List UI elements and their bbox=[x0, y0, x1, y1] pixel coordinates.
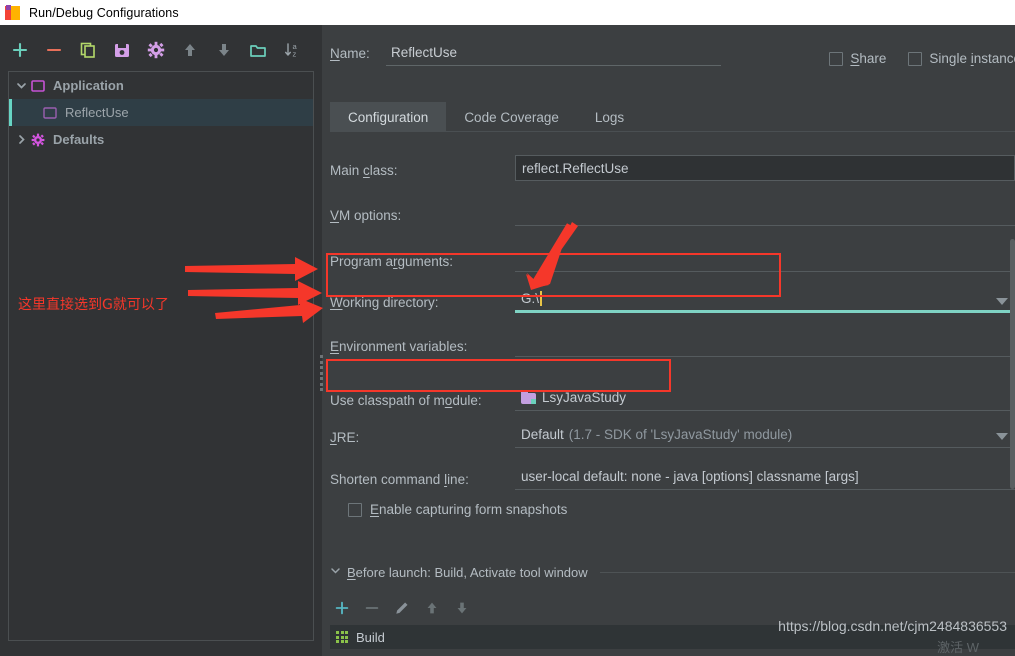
before-launch-remove-button[interactable] bbox=[364, 600, 380, 621]
window-titlebar: Run/Debug Configurations bbox=[0, 0, 1015, 25]
application-square-icon bbox=[41, 106, 59, 119]
before-launch-toolbar bbox=[334, 597, 534, 623]
shorten-command-line-label: Shorten command line: bbox=[330, 471, 469, 487]
tab-configuration[interactable]: Configuration bbox=[330, 102, 447, 132]
application-square-icon bbox=[29, 79, 47, 92]
before-launch-separator bbox=[599, 571, 1015, 573]
single-instance-checkbox-row[interactable]: Single instance bbox=[908, 51, 1015, 66]
program-arguments-label: Program arguments: bbox=[330, 253, 454, 269]
use-classpath-value: LsyJavaStudy bbox=[542, 390, 627, 405]
single-instance-label: Single instance bbox=[929, 51, 1015, 66]
working-directory-label-row: Working directory: bbox=[330, 287, 439, 317]
use-classpath-combo[interactable]: LsyJavaStudy bbox=[515, 385, 1015, 411]
use-classpath-label: Use classpath of module: bbox=[330, 392, 482, 408]
before-launch-add-button[interactable] bbox=[334, 600, 350, 621]
jre-label: JRE: bbox=[330, 429, 360, 445]
single-instance-checkbox[interactable] bbox=[908, 51, 923, 66]
run-debug-configurations-dialog: Run/Debug Configurations a z Application… bbox=[0, 0, 1015, 656]
tab-code-coverage[interactable]: Code Coverage bbox=[446, 102, 577, 132]
window-title: Run/Debug Configurations bbox=[29, 5, 179, 20]
watermark-url: https://blog.csdn.net/cjm2484836553 bbox=[778, 618, 1007, 634]
configurations-toolbar: a z bbox=[0, 33, 322, 67]
top-checkboxes: Share Single instance bbox=[829, 51, 1015, 66]
before-launch-move-up-button[interactable] bbox=[424, 600, 440, 621]
name-label: Name: bbox=[330, 45, 370, 61]
watermark-secondary: 激活 W bbox=[937, 640, 979, 655]
copy-configuration-button[interactable] bbox=[76, 38, 100, 62]
svg-text:z: z bbox=[293, 50, 297, 59]
enable-snapshots-row[interactable]: Enable capturing form snapshots bbox=[348, 502, 567, 517]
configuration-editor-panel: Name: ReflectUse Share Single instance C… bbox=[322, 25, 1015, 656]
sort-alphabetically-button[interactable]: a z bbox=[280, 38, 304, 62]
before-launch-title: Before launch: Build, Activate tool wind… bbox=[347, 564, 588, 580]
name-row: Name: ReflectUse Share Single instance bbox=[330, 37, 1015, 69]
text-caret bbox=[540, 291, 542, 306]
configuration-form: Main class: reflect.ReflectUse VM option… bbox=[330, 132, 1015, 542]
chevron-right-icon[interactable] bbox=[13, 134, 29, 145]
jre-combo[interactable]: Default (1.7 - SDK of 'LsyJavaStudy' mod… bbox=[515, 422, 1015, 448]
before-launch-move-down-button[interactable] bbox=[454, 600, 470, 621]
before-launch-chevron-down-icon[interactable] bbox=[330, 563, 341, 581]
environment-variables-label: Environment variables: bbox=[330, 338, 468, 354]
jre-dropdown-arrow[interactable] bbox=[996, 433, 1008, 440]
jre-value-detail: (1.7 - SDK of 'LsyJavaStudy' module) bbox=[568, 427, 793, 442]
configurations-panel: a z Application ReflectUse Defaults bbox=[0, 25, 322, 656]
share-checkbox-row[interactable]: Share bbox=[829, 51, 886, 66]
working-directory-value: G:\ bbox=[521, 291, 540, 306]
environment-variables-input[interactable] bbox=[515, 331, 1015, 357]
working-directory-input[interactable]: G:\ bbox=[515, 287, 1015, 313]
share-checkbox[interactable] bbox=[829, 51, 844, 66]
form-scrollbar-thumb[interactable] bbox=[1010, 239, 1015, 489]
environment-variables-label-row: Environment variables: bbox=[330, 331, 467, 361]
shorten-command-line-combo[interactable]: user-local default: none - java [options… bbox=[515, 464, 1015, 490]
panel-splitter-handle[interactable] bbox=[320, 355, 324, 391]
edit-defaults-gear-icon[interactable] bbox=[144, 38, 168, 62]
working-directory-dropdown-arrow[interactable] bbox=[996, 298, 1008, 305]
main-class-label-row: Main class: bbox=[330, 155, 398, 185]
move-down-button[interactable] bbox=[212, 38, 236, 62]
form-scrollbar[interactable] bbox=[1010, 239, 1015, 649]
enable-snapshots-label: Enable capturing form snapshots bbox=[370, 502, 568, 517]
before-launch-edit-pencil-icon[interactable] bbox=[394, 600, 410, 621]
program-arguments-label-row: Program arguments: bbox=[330, 246, 453, 276]
tree-item-reflectuse[interactable]: ReflectUse bbox=[9, 99, 313, 126]
module-icon bbox=[521, 391, 536, 404]
add-configuration-button[interactable] bbox=[8, 38, 32, 62]
main-class-label: Main class: bbox=[330, 162, 398, 178]
configurations-tree[interactable]: Application ReflectUse Defaults bbox=[8, 71, 314, 641]
use-classpath-label-row: Use classpath of module: bbox=[330, 385, 482, 415]
build-grid-icon bbox=[336, 631, 348, 643]
vm-options-input[interactable] bbox=[515, 200, 1015, 226]
tree-item-defaults-label: Defaults bbox=[53, 132, 105, 147]
tree-item-application[interactable]: Application bbox=[9, 72, 313, 99]
name-input[interactable]: ReflectUse bbox=[386, 40, 721, 66]
remove-configuration-button[interactable] bbox=[42, 38, 66, 62]
jre-value: Default bbox=[521, 427, 564, 442]
tree-item-defaults[interactable]: Defaults bbox=[9, 126, 313, 153]
share-label: Share bbox=[850, 51, 887, 66]
save-configuration-button[interactable] bbox=[110, 38, 134, 62]
vm-options-label-row: VM options: bbox=[330, 200, 401, 230]
tab-logs[interactable]: Logs bbox=[577, 102, 642, 132]
intellij-idea-icon bbox=[5, 4, 21, 21]
before-launch-task-label: Build bbox=[356, 629, 385, 645]
chevron-down-icon[interactable] bbox=[13, 80, 29, 91]
jre-label-row: JRE: bbox=[330, 422, 359, 452]
tree-item-application-label: Application bbox=[53, 78, 124, 93]
program-arguments-input[interactable] bbox=[515, 246, 1015, 272]
gear-icon bbox=[29, 133, 47, 147]
before-launch-header[interactable]: Before launch: Build, Activate tool wind… bbox=[330, 562, 1015, 582]
main-class-input[interactable]: reflect.ReflectUse bbox=[515, 155, 1015, 181]
vm-options-label: VM options: bbox=[330, 207, 402, 223]
dialog-body: a z Application ReflectUse Defaults Name… bbox=[0, 25, 1015, 656]
enable-snapshots-checkbox[interactable] bbox=[348, 502, 362, 517]
editor-tabs: Configuration Code Coverage Logs bbox=[330, 100, 1015, 132]
shorten-command-line-label-row: Shorten command line: bbox=[330, 464, 469, 494]
tree-item-reflectuse-label: ReflectUse bbox=[65, 105, 129, 120]
create-folder-button[interactable] bbox=[246, 38, 270, 62]
working-directory-label: Working directory: bbox=[330, 294, 439, 310]
move-up-button[interactable] bbox=[178, 38, 202, 62]
